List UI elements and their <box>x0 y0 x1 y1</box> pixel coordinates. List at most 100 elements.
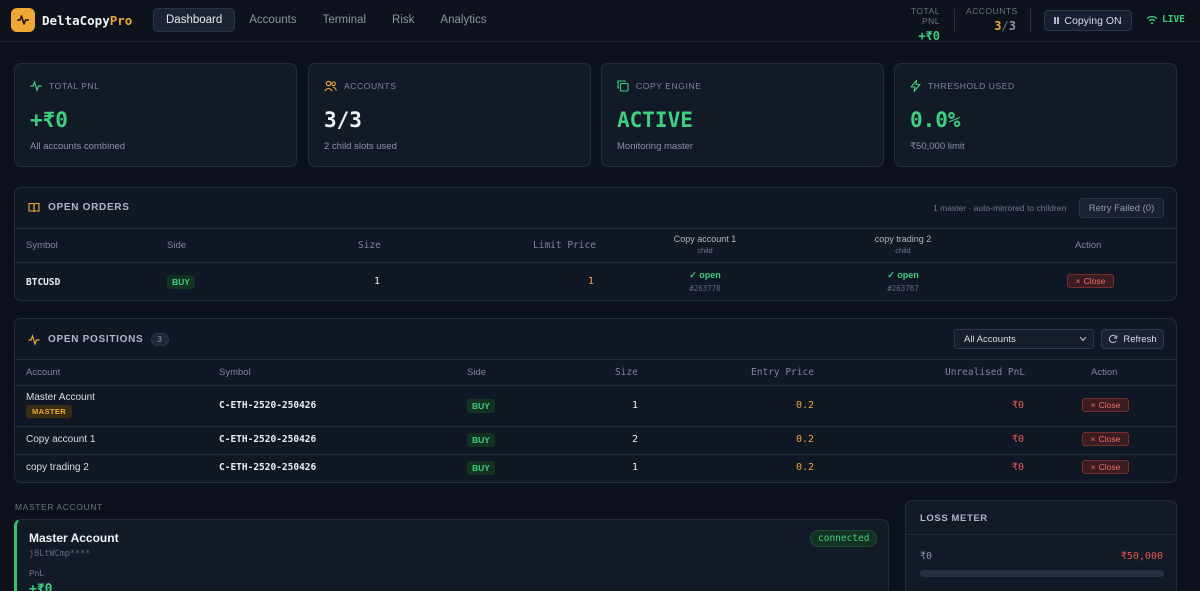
account-filter-value: All Accounts <box>964 333 1016 345</box>
loss-meter-title: LOSS METER <box>920 513 988 524</box>
master-account-name: Master Account <box>29 531 119 545</box>
refresh-button[interactable]: Refresh <box>1101 329 1164 349</box>
col-header-child2: copy trading 2 child <box>874 234 932 255</box>
master-badge: MASTER <box>26 405 73 418</box>
close-position-button[interactable]: × Close <box>1082 398 1129 412</box>
copy-icon <box>617 80 629 92</box>
divider <box>15 262 1176 263</box>
nav-analytics[interactable]: Analytics <box>428 8 498 32</box>
header-accounts: ACCOUNTS 3/3 <box>966 6 1018 33</box>
col-header-account: Account <box>26 367 61 378</box>
accounts-card: ACCOUNTS 3/3 2 child slots used <box>308 63 591 167</box>
header-total-pnl-label: TOTAL PNL <box>910 6 940 26</box>
col-header-limit-price: Limit Price <box>533 240 596 251</box>
divider <box>15 359 1176 360</box>
chevron-down-icon <box>1079 336 1087 342</box>
copying-label: Copying ON <box>1064 14 1122 27</box>
position-account: copy trading 2 <box>26 462 89 473</box>
close-order-button[interactable]: × Close <box>1067 274 1114 288</box>
side-badge: BUY <box>167 275 195 289</box>
col-header-size: Size <box>615 367 638 378</box>
nav-dashboard[interactable]: Dashboard <box>153 8 236 32</box>
retry-failed-button[interactable]: Retry Failed (0) <box>1079 198 1164 218</box>
divider <box>906 534 1176 535</box>
position-entry-price: 0.2 <box>796 462 815 473</box>
col-header-side: Side <box>167 240 187 251</box>
side-badge: BUY <box>467 461 495 475</box>
order-size: 1 <box>374 276 381 287</box>
app-name: DeltaCopyPro <box>42 13 133 28</box>
card-value: +₹0 <box>30 108 68 132</box>
child2-order-status: ✓ open #263787 <box>887 270 919 293</box>
header-accounts-label: ACCOUNTS <box>966 6 1018 16</box>
card-subtext: All accounts combined <box>30 141 126 152</box>
card-value: ACTIVE <box>617 108 693 132</box>
master-section-label: MASTER ACCOUNT <box>15 502 103 512</box>
card-label: COPY ENGINE <box>636 81 702 91</box>
positions-count-badge: 3 <box>151 333 169 346</box>
col-header-unrealised-pnl: Unrealised PnL <box>945 367 1026 378</box>
position-symbol: C-ETH-2520-250426 <box>219 434 317 445</box>
header-divider <box>1030 9 1031 33</box>
loss-current: ₹0 <box>920 551 933 562</box>
wifi-icon <box>1146 15 1158 24</box>
nav-terminal[interactable]: Terminal <box>311 8 378 32</box>
position-symbol: C-ETH-2520-250426 <box>219 400 317 411</box>
master-pnl-value: +₹0 <box>29 582 53 591</box>
position-account: Copy account 1 <box>26 434 96 445</box>
nav-risk[interactable]: Risk <box>380 8 426 32</box>
open-positions-panel: OPEN POSITIONS 3 All Accounts Refresh Ac… <box>14 318 1177 483</box>
side-badge: BUY <box>467 399 495 413</box>
close-icon: × <box>1090 400 1096 410</box>
threshold-card: THRESHOLD USED 0.0% ₹50,000 limit <box>894 63 1177 167</box>
live-indicator: LIVE <box>1146 14 1185 25</box>
close-icon: × <box>1075 276 1081 286</box>
divider <box>15 426 1176 427</box>
card-subtext: 2 child slots used <box>324 141 397 152</box>
pulse-icon <box>30 80 42 92</box>
live-label: LIVE <box>1162 14 1185 25</box>
refresh-label: Refresh <box>1123 333 1157 345</box>
close-icon: × <box>1090 434 1096 444</box>
card-subtext: ₹50,000 limit <box>910 141 965 152</box>
divider <box>15 385 1176 386</box>
total-pnl-card: TOTAL PNL +₹0 All accounts combined <box>14 63 297 167</box>
order-symbol: BTCUSD <box>26 277 61 288</box>
divider <box>15 228 1176 229</box>
account-filter-select[interactable]: All Accounts <box>954 329 1094 349</box>
card-label: TOTAL PNL <box>49 81 100 91</box>
header-total-pnl: TOTAL PNL +₹0 <box>893 6 940 43</box>
position-size: 2 <box>632 434 639 445</box>
col-header-side: Side <box>467 367 487 378</box>
position-unrealised-pnl: ₹0 <box>1012 462 1025 473</box>
card-subtext: Monitoring master <box>617 141 694 152</box>
main-nav: Dashboard Accounts Terminal Risk Analyti… <box>153 8 498 32</box>
pause-icon <box>1054 17 1060 24</box>
divider <box>15 454 1176 455</box>
connection-status-badge: connected <box>810 530 878 547</box>
position-size: 1 <box>632 462 639 473</box>
side-badge: BUY <box>467 433 495 447</box>
master-api-key: j8LtWCmp**** <box>29 549 91 559</box>
position-symbol: C-ETH-2520-250426 <box>219 462 317 473</box>
header-divider <box>954 9 955 33</box>
close-icon: × <box>1090 462 1096 472</box>
users-icon <box>324 80 337 92</box>
col-header-symbol: Symbol <box>26 240 58 251</box>
nav-accounts[interactable]: Accounts <box>237 8 308 32</box>
position-entry-price: 0.2 <box>796 434 815 445</box>
position-unrealised-pnl: ₹0 <box>1012 400 1025 411</box>
master-account-card: Master Account j8LtWCmp**** connected Pn… <box>14 519 889 591</box>
copying-toggle-button[interactable]: Copying ON <box>1044 10 1132 31</box>
order-limit-price: 1 <box>588 276 595 287</box>
bolt-icon <box>910 80 921 92</box>
copy-engine-card: COPY ENGINE ACTIVE Monitoring master <box>601 63 884 167</box>
close-position-button[interactable]: × Close <box>1082 460 1129 474</box>
position-account: Master Account <box>26 392 95 403</box>
col-header-child1: Copy account 1 child <box>673 234 737 255</box>
open-orders-panel: OPEN ORDERS 1 master · auto-mirrored to … <box>14 187 1177 301</box>
child1-order-status: ✓ open #263770 <box>689 270 721 293</box>
top-bar: DeltaCopyPro Dashboard Accounts Terminal… <box>0 0 1200 43</box>
position-size: 1 <box>632 400 639 411</box>
close-position-button[interactable]: × Close <box>1082 432 1129 446</box>
